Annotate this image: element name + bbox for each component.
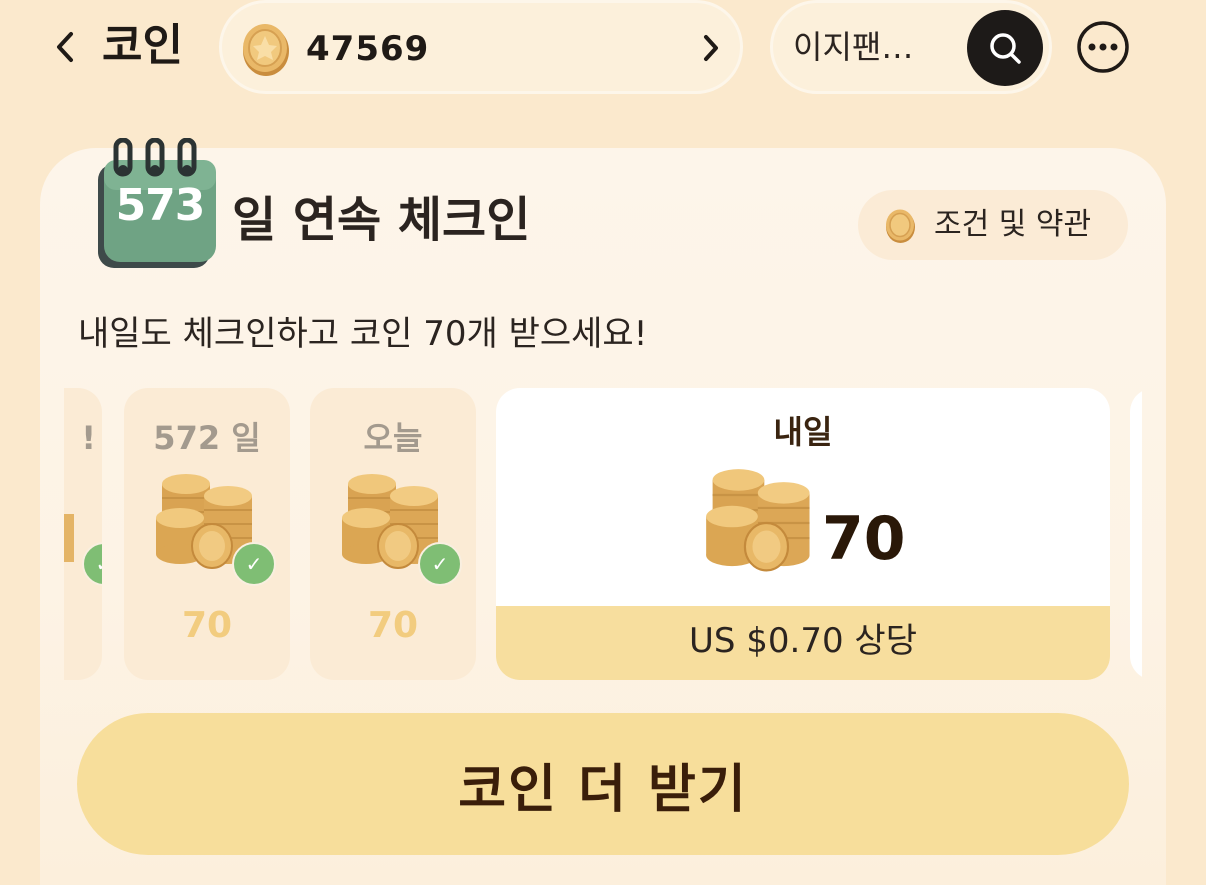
search-text: 이지팬… [793,28,914,66]
check-icon: ✓ [418,542,462,586]
coin-icon [886,209,915,243]
coin-balance-value: 47569 [306,29,430,69]
day-card-today: 오늘 ✓ 70 [310,388,476,680]
coin-stack-icon [706,469,810,572]
tomorrow-reward-value: 70 [822,504,906,574]
calendar-icon: 573 [90,137,220,270]
search-bar[interactable]: 이지팬… [770,0,1052,94]
chevron-right-icon [704,35,718,61]
day-label: 572 일 [153,419,261,457]
chevron-left-icon [57,32,73,62]
get-more-coins-label: 코인 더 받기 [458,759,748,820]
tomorrow-usd-bar: US $0.70 상당 [496,606,1110,680]
day-card-next [1130,388,1142,680]
tomorrow-label: 내일 [773,413,833,451]
day-card-572: 572 일 ✓ 70 [124,388,290,680]
back-button[interactable] [48,22,82,72]
day-card-previous: ! ✓ [64,388,102,680]
day-reward-value: 70 [181,605,233,646]
terms-button[interactable]: 조건 및 약관 [858,190,1128,260]
checkin-subtitle: 내일도 체크인하고 코인 70개 받으세요! [78,314,648,354]
get-more-coins-button[interactable]: 코인 더 받기 [77,713,1129,855]
more-icon [1077,21,1129,73]
streak-count: 573 [115,180,206,231]
day-card-tomorrow: 내일 70 US $0.70 상당 [496,388,1110,680]
day-label: ! [81,419,96,457]
check-icon: ✓ [232,542,276,586]
page-title: 코인 [102,20,183,71]
check-icon: ✓ [82,542,102,586]
coin-stack-icon [64,514,74,562]
day-reward-value: 70 [367,605,419,646]
tomorrow-usd-value: US $0.70 상당 [689,621,917,661]
search-icon [990,33,1021,64]
coin-balance-pill[interactable]: 47569 [219,0,743,94]
search-button[interactable] [967,10,1043,86]
coin-icon [243,24,289,76]
more-button[interactable] [1076,20,1130,74]
streak-title: 일 연속 체크인 [232,192,531,248]
day-label: 오늘 [363,419,423,457]
checkin-day-strip[interactable]: ! ✓ 572 일 [64,388,1142,682]
checkin-card: 573 일 연속 체크인 조건 및 약관 내일도 체크인하고 코인 70개 받으… [40,137,1166,885]
terms-label: 조건 및 약관 [934,207,1092,242]
